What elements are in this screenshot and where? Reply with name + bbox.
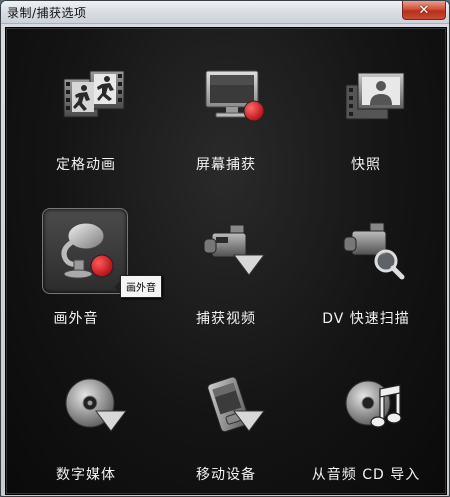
option-label: 数字媒体 — [56, 467, 116, 483]
option-label: 定格动画 — [56, 157, 116, 173]
option-digital-media[interactable]: 数字媒体 — [16, 354, 156, 496]
digital-media-disc-icon — [53, 364, 137, 448]
option-label: DV 快速扫描 — [322, 311, 410, 327]
option-label: 屏幕捕获 — [196, 157, 256, 173]
mobile-device-icon — [193, 364, 277, 448]
capture-video-camcorder-icon — [193, 208, 277, 292]
voiceover-tooltip: 画外音 — [114, 275, 162, 298]
option-audio-cd-import[interactable]: 从音频 CD 导入 — [296, 354, 436, 496]
option-snapshot[interactable]: 快照 — [296, 44, 436, 194]
option-label: 捕获视频 — [196, 311, 256, 327]
options-panel: 定格动画 屏幕捕获 快照 画外音 捕获视频 DV 快速扫描 数字媒体 移动设备 … — [5, 27, 447, 495]
option-voiceover[interactable]: 画外音 — [6, 198, 146, 348]
option-label: 从音频 CD 导入 — [311, 467, 421, 483]
option-stop-motion[interactable]: 定格动画 — [16, 44, 156, 194]
capture-options-window: 录制/捕获选项 ✕ 定格动画 屏幕捕获 快照 画外音 捕获视频 DV 快速扫描 … — [0, 0, 450, 497]
audio-cd-import-icon — [333, 364, 417, 448]
option-capture-video[interactable]: 捕获视频 — [156, 198, 296, 348]
dv-quick-scan-icon — [333, 208, 417, 292]
title-bar: 录制/捕获选项 ✕ — [1, 1, 449, 24]
screen-capture-icon — [193, 54, 277, 138]
option-label: 快照 — [351, 157, 381, 173]
option-mobile-device[interactable]: 移动设备 — [156, 354, 296, 496]
option-screen-capture[interactable]: 屏幕捕获 — [156, 44, 296, 194]
window-title: 录制/捕获选项 — [7, 6, 87, 20]
stop-motion-icon — [53, 54, 137, 138]
option-dv-quick-scan[interactable]: DV 快速扫描 — [296, 198, 436, 348]
close-button[interactable]: ✕ — [402, 1, 446, 20]
snapshot-icon — [333, 54, 417, 138]
option-label: 画外音 — [53, 311, 99, 327]
option-label: 移动设备 — [196, 467, 256, 483]
